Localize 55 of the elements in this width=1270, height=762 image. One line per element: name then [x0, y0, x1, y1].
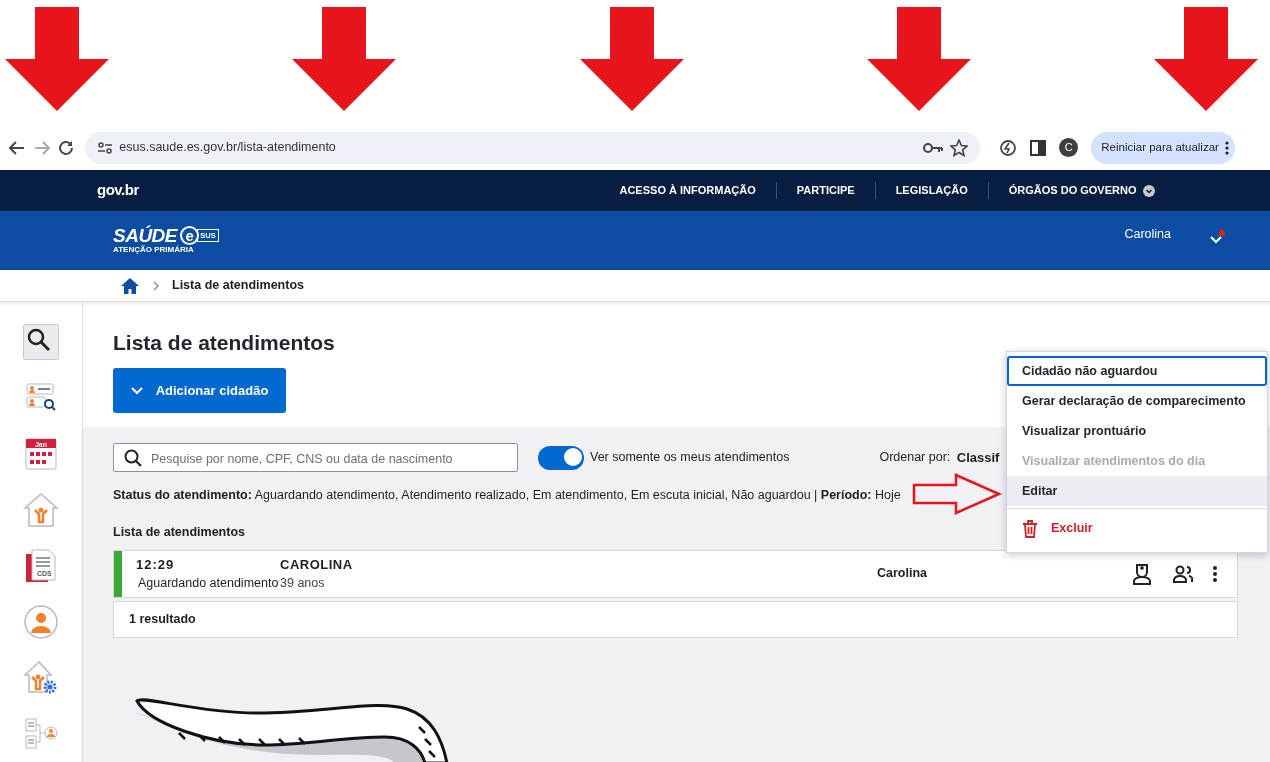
menu-item[interactable]: Editar [1007, 476, 1267, 506]
search-button[interactable] [23, 324, 59, 360]
trash-icon [1022, 519, 1038, 538]
patient-age: 39 anos [280, 575, 326, 593]
url-text: esus.saude.es.gov.br/lista-atendimento [119, 139, 337, 157]
add-citizen-button[interactable]: Adicionar cidadão [113, 368, 286, 414]
sort-label: Ordenar por: [879, 449, 951, 467]
chevron-icon [130, 386, 143, 395]
doctor-icon[interactable] [1132, 562, 1152, 585]
nav-home-person-button[interactable] [23, 492, 59, 528]
user-menu-icon[interactable] [1210, 229, 1226, 245]
toggle-label: Ver somente os meus atendimentos [590, 449, 790, 467]
gov-link[interactable]: ACESSO À INFORMAÇÃO [599, 182, 776, 199]
gov-link[interactable]: PARTICIPE [775, 182, 875, 199]
professional-name: Carolina [877, 565, 928, 583]
gov-logo[interactable]: gov.br [97, 179, 139, 202]
menu-item[interactable]: Gerar declaração de comparecimento [1007, 386, 1267, 416]
profile-avatar[interactable]: C [1059, 138, 1079, 157]
menu-item[interactable]: Excluir [1007, 508, 1267, 548]
time-text: 12:29 [136, 555, 176, 574]
list-heading: Lista de atendimentos [113, 523, 245, 541]
patient-name: CAROLINA [280, 555, 354, 574]
more-options-icon[interactable] [1213, 565, 1217, 582]
chevron-icon [1143, 184, 1155, 197]
nav-person-button[interactable] [23, 604, 59, 640]
back-icon[interactable] [8, 138, 26, 157]
logo-subtitle: ATENÇÃO PRIMÁRIA [113, 245, 195, 255]
menu-item[interactable]: Cidadão não aguardou [1007, 356, 1267, 386]
extension-icon[interactable] [999, 138, 1018, 157]
search-icon [124, 449, 142, 468]
sort-value[interactable]: Classif [956, 447, 1000, 468]
reload-icon[interactable] [57, 138, 75, 157]
people-icon[interactable] [1171, 564, 1194, 583]
nav-home-gear-button[interactable] [23, 660, 59, 696]
page-title: Lista de atendimentos [113, 330, 336, 356]
appointment-row[interactable]: 12:29 Aguardando atendimento CAROLINA 39 anos Carolina [113, 549, 1238, 598]
status-text: Aguardando atendimento [138, 575, 280, 593]
filter-summary: Status do atendimento: Aguardando atendimento, Atendimento realizado, Em atendimento, Em escuta inicial, Não aguardou | Período: Hoje [113, 487, 901, 505]
more-icon [1225, 140, 1230, 155]
update-button[interactable]: Reiniciar para atualizar [1091, 131, 1236, 164]
star-icon[interactable] [949, 138, 968, 157]
gov-link[interactable]: LEGISLAÇÃO [874, 182, 988, 199]
home-icon[interactable] [120, 276, 140, 295]
result-count: 1 resultado [129, 611, 196, 629]
user-name: Carolina [1124, 226, 1171, 243]
side-panel-icon[interactable] [1030, 139, 1047, 156]
breadcrumb-item: Lista de atendimentos [172, 277, 304, 295]
site-settings-icon[interactable] [96, 140, 113, 155]
address-bar[interactable]: esus.saude.es.gov.br/lista-atendimento [84, 131, 980, 164]
search-field[interactable]: Pesquise por nome, CPF, CNS ou data de nascimento [114, 444, 519, 474]
menu-item[interactable]: Visualizar prontuário [1007, 416, 1267, 446]
toggle-switch[interactable] [537, 445, 584, 470]
key-icon[interactable] [923, 141, 944, 154]
chevron-icon [153, 280, 159, 291]
gov-link[interactable]: ÓRGÃOS DO GOVERNO [987, 182, 1175, 199]
